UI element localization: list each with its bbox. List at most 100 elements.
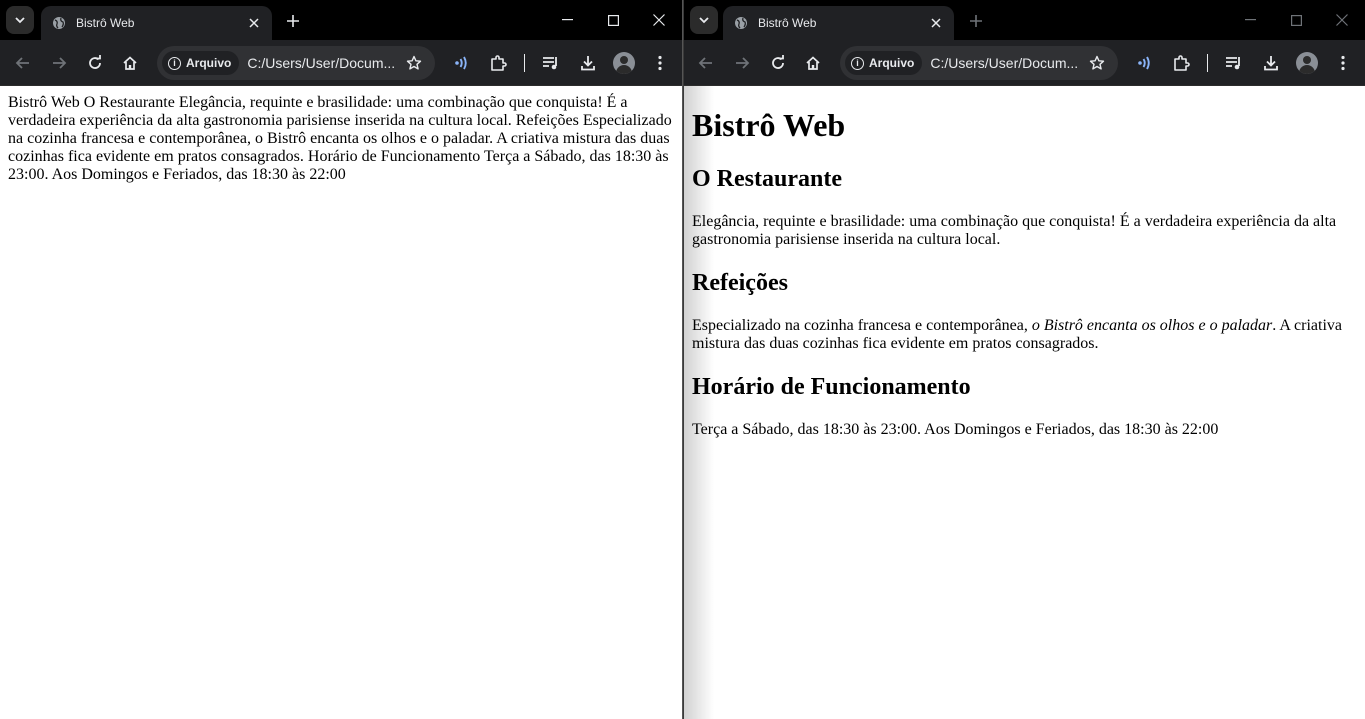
home-button[interactable] bbox=[798, 48, 828, 78]
browser-menu-button[interactable] bbox=[645, 48, 675, 78]
minimize-button[interactable] bbox=[1227, 0, 1273, 40]
reload-icon bbox=[89, 55, 101, 69]
chevron-down-icon bbox=[15, 17, 25, 24]
maximize-button[interactable] bbox=[1273, 0, 1319, 40]
extensions-button[interactable] bbox=[483, 48, 513, 78]
info-icon: i bbox=[168, 56, 181, 70]
puzzle-icon bbox=[1174, 55, 1190, 71]
globe-icon bbox=[733, 15, 749, 31]
section-hours-heading: Horário de Funcionamento bbox=[307, 148, 481, 165]
reading-list-button[interactable] bbox=[1219, 48, 1249, 78]
puzzle-icon bbox=[491, 55, 507, 71]
page-title: Bistrô Web bbox=[8, 94, 80, 111]
toolbar-separator bbox=[1207, 54, 1208, 72]
title-bar: Bistrô Web bbox=[0, 0, 682, 40]
site-info-chip[interactable]: i Arquivo bbox=[162, 51, 240, 75]
minimize-button[interactable] bbox=[544, 0, 590, 40]
meals-emphasis: o Bistrô encanta os olhos e o paladar bbox=[1031, 317, 1273, 334]
more-vertical-icon bbox=[658, 55, 662, 71]
home-icon bbox=[806, 56, 820, 70]
close-window-button[interactable] bbox=[1319, 0, 1365, 40]
site-info-chip[interactable]: i Arquivo bbox=[845, 51, 923, 75]
address-bar[interactable]: i Arquivo C:/Users/User/Docum... bbox=[840, 46, 1118, 80]
plus-icon bbox=[287, 15, 299, 27]
url-text[interactable]: C:/Users/User/Docum... bbox=[247, 55, 399, 71]
maximize-icon bbox=[1290, 14, 1302, 26]
close-window-button[interactable] bbox=[636, 0, 682, 40]
browser-tab[interactable]: Bistrô Web bbox=[41, 6, 272, 40]
title-bar: Bistrô Web bbox=[684, 0, 1365, 40]
bookmark-star-icon[interactable] bbox=[1082, 55, 1112, 71]
browser-toolbar: i Arquivo C:/Users/User/Docum... bbox=[0, 40, 682, 86]
plus-icon bbox=[970, 15, 982, 27]
media-queue-icon bbox=[543, 57, 557, 70]
forward-button[interactable] bbox=[727, 48, 757, 78]
minimize-icon bbox=[1244, 19, 1256, 21]
more-vertical-icon bbox=[1341, 55, 1345, 71]
meals-text-start: Especializado na cozinha francesa e cont… bbox=[692, 317, 1032, 334]
desktop: Bistrô Web i Arquivo C:/Users/User/Docum… bbox=[0, 0, 1365, 719]
restaurant-paragraph: Elegância, requinte e brasilidade: uma c… bbox=[692, 213, 1337, 248]
browser-toolbar: i Arquivo C:/Users/User/Docum... bbox=[684, 40, 1365, 86]
profile-avatar[interactable] bbox=[613, 52, 635, 74]
new-tab-button[interactable] bbox=[282, 10, 304, 32]
address-bar[interactable]: i Arquivo C:/Users/User/Docum... bbox=[157, 46, 435, 80]
security-label: Arquivo bbox=[869, 56, 915, 70]
bookmark-star-icon[interactable] bbox=[399, 55, 429, 71]
reload-icon bbox=[772, 55, 784, 69]
close-icon bbox=[653, 14, 665, 26]
download-icon bbox=[1264, 56, 1278, 71]
tab-search-button[interactable] bbox=[690, 6, 718, 34]
arrow-left-icon bbox=[15, 57, 29, 69]
close-tab-icon[interactable] bbox=[246, 15, 262, 31]
maximize-icon bbox=[607, 14, 619, 26]
read-aloud-button[interactable] bbox=[447, 48, 477, 78]
chevron-down-icon bbox=[699, 17, 709, 24]
tab-title: Bistrô Web bbox=[758, 16, 817, 30]
page-content-unstyled: Bistrô Web O Restaurante Elegância, requ… bbox=[0, 86, 682, 719]
downloads-button[interactable] bbox=[573, 48, 603, 78]
new-tab-button[interactable] bbox=[965, 10, 987, 32]
page-title: Bistrô Web bbox=[692, 107, 846, 143]
reload-button[interactable] bbox=[763, 48, 793, 78]
toolbar-separator bbox=[524, 54, 525, 72]
forward-button[interactable] bbox=[44, 48, 74, 78]
maximize-button[interactable] bbox=[590, 0, 636, 40]
read-aloud-icon bbox=[1138, 56, 1150, 70]
arrow-right-icon bbox=[736, 57, 750, 69]
home-icon bbox=[123, 56, 137, 70]
media-queue-icon bbox=[1226, 57, 1240, 70]
arrow-right-icon bbox=[53, 57, 67, 69]
read-aloud-icon bbox=[455, 56, 467, 70]
globe-icon bbox=[51, 15, 67, 31]
back-button[interactable] bbox=[691, 48, 721, 78]
meals-paragraph: Especializado na cozinha francesa e cont… bbox=[692, 317, 1357, 353]
browser-window-left: Bistrô Web i Arquivo C:/Users/User/Docum… bbox=[0, 0, 683, 719]
browser-window-right: Bistrô Web i Arquivo C:/Users/User/Docum… bbox=[684, 0, 1365, 719]
tab-title: Bistrô Web bbox=[76, 16, 135, 30]
close-tab-icon[interactable] bbox=[928, 15, 944, 31]
extensions-button[interactable] bbox=[1166, 48, 1196, 78]
profile-avatar[interactable] bbox=[1296, 52, 1318, 74]
page-content-styled: Bistrô Web O Restaurante Elegância, requ… bbox=[684, 86, 1365, 719]
read-aloud-button[interactable] bbox=[1130, 48, 1160, 78]
security-label: Arquivo bbox=[186, 56, 232, 70]
styled-page: Bistrô Web O Restaurante Elegância, requ… bbox=[684, 107, 1365, 439]
hours-paragraph: Terça a Sábado, das 18:30 às 23:00. Aos … bbox=[692, 421, 1219, 438]
back-button[interactable] bbox=[8, 48, 38, 78]
section-meals-heading: Refeições bbox=[692, 270, 788, 296]
browser-menu-button[interactable] bbox=[1328, 48, 1358, 78]
reading-list-button[interactable] bbox=[536, 48, 566, 78]
unstyled-text-block: Bistrô Web O Restaurante Elegância, requ… bbox=[0, 86, 682, 192]
url-text[interactable]: C:/Users/User/Docum... bbox=[930, 55, 1082, 71]
close-icon bbox=[1336, 14, 1348, 26]
reload-button[interactable] bbox=[80, 48, 110, 78]
download-icon bbox=[581, 56, 595, 71]
arrow-left-icon bbox=[698, 57, 712, 69]
info-icon: i bbox=[851, 56, 864, 70]
tab-search-button[interactable] bbox=[6, 6, 34, 34]
home-button[interactable] bbox=[115, 48, 145, 78]
section-hours-heading: Horário de Funcionamento bbox=[692, 374, 971, 400]
browser-tab[interactable]: Bistrô Web bbox=[723, 6, 954, 40]
downloads-button[interactable] bbox=[1256, 48, 1286, 78]
